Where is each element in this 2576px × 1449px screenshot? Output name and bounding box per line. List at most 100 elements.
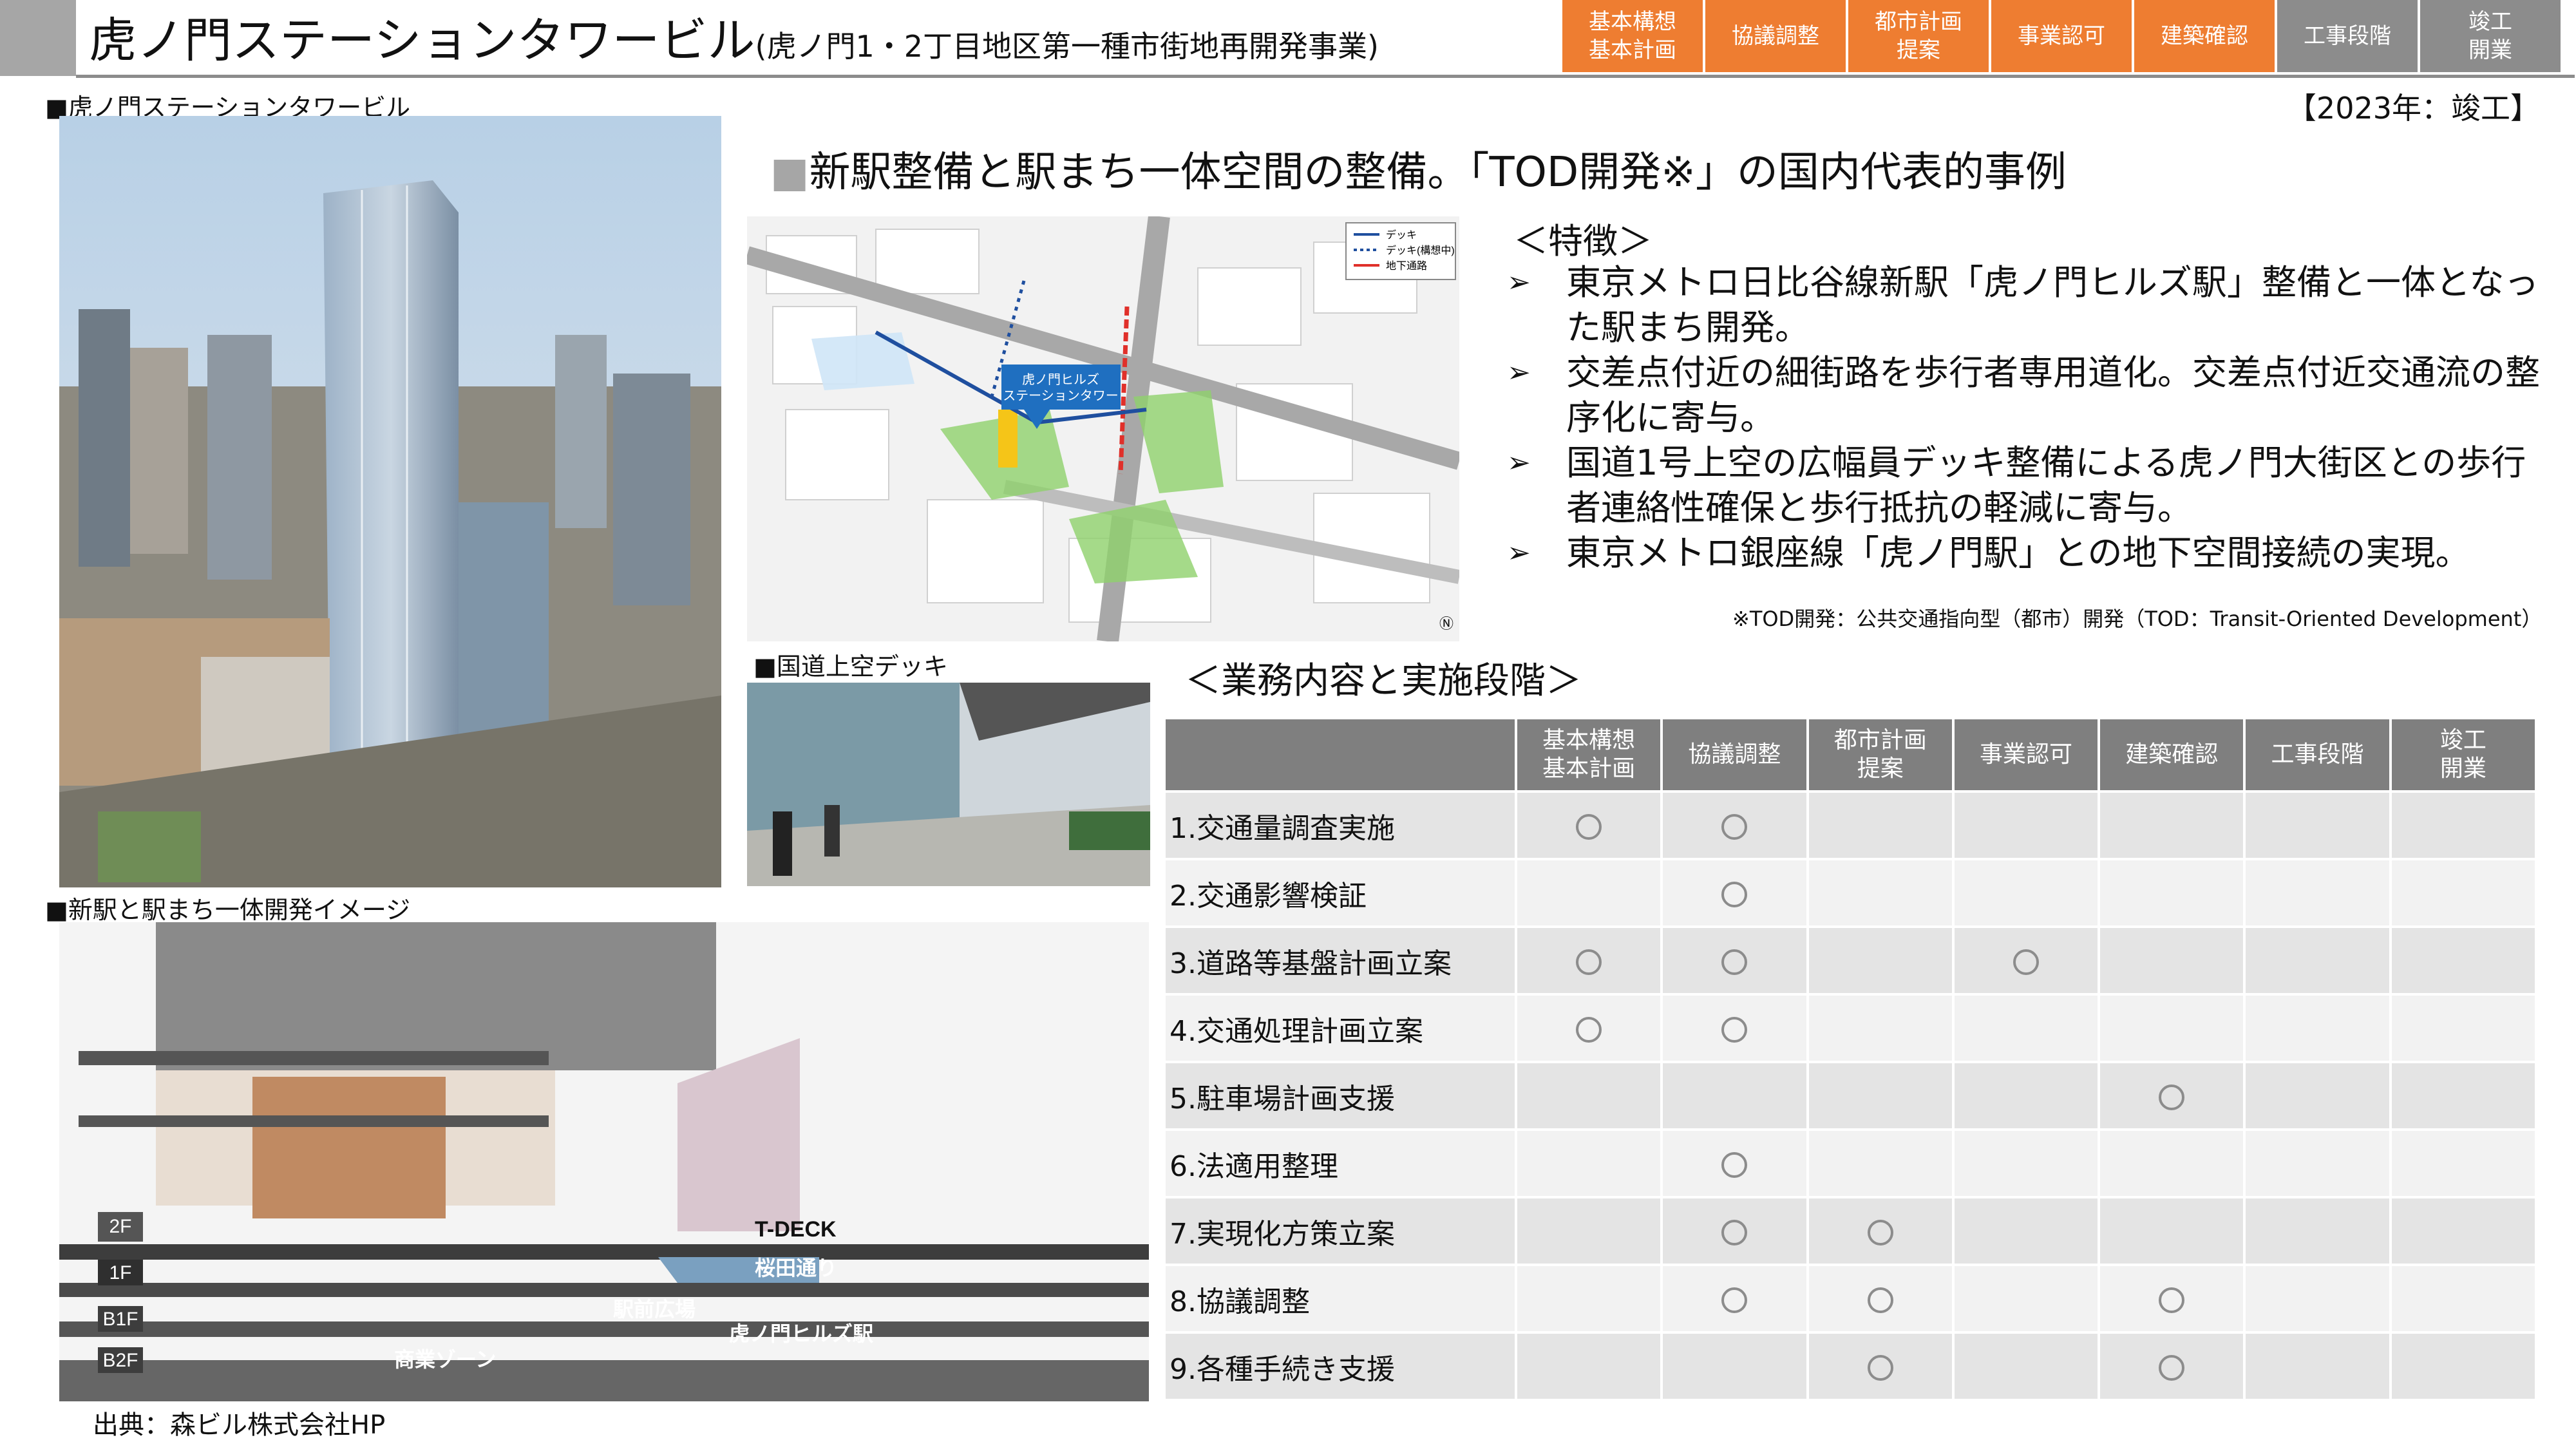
stage-cell [2098, 993, 2246, 1063]
stage-cell [1514, 790, 1663, 860]
stage-cell [1514, 1264, 1663, 1334]
header-accent-block [0, 0, 76, 76]
stage-cell [2389, 1061, 2538, 1131]
circle-mark-icon [1721, 814, 1748, 840]
bullet-arrow-icon: ➢ [1507, 536, 1531, 569]
table-row: 4.交通処理計画立案 [1163, 993, 2538, 1063]
circle-mark-icon [1576, 814, 1602, 840]
task-label: 4.交通処理計画立案 [1163, 993, 1517, 1063]
work-stage-table: 基本構想 基本計画 協議調整 都市計画 提案 事業認可 建築確認 工事段階 竣工 開業 1.… [1163, 717, 2538, 1401]
table-row: 8.協議調整 [1163, 1264, 2538, 1334]
stage-box: 事業認可 [1991, 0, 2134, 72]
floor-label-1f: 1F [109, 1262, 131, 1283]
stage-cell [2243, 1061, 2392, 1131]
circle-mark-icon [1721, 1287, 1748, 1313]
table-column-header: 建築確認 [2098, 717, 2246, 793]
stage-cell [2098, 1331, 2246, 1401]
header-divider [76, 75, 2575, 78]
feature-item: ➢ 東京メトロ日比谷線新駅「虎ノ門ヒルズ駅」整備と一体となった駅まち開発。 [1507, 260, 2550, 350]
stage-cell [1660, 925, 1809, 996]
stage-cell [2098, 858, 2246, 928]
tower-photo [59, 116, 721, 887]
stage-cell [2098, 1061, 2246, 1131]
stage-cell [2243, 1196, 2392, 1266]
section-image-caption: ■新駅と駅まち一体開発イメージ [45, 896, 411, 924]
task-label: 2.交通影響検証 [1163, 858, 1517, 928]
stage-cell [1660, 993, 1809, 1063]
stage-cell [1660, 858, 1809, 928]
circle-mark-icon [1576, 1017, 1602, 1043]
circle-mark-icon [2159, 1355, 2185, 1381]
bullet-arrow-icon: ➢ [1507, 356, 1531, 389]
task-label: 8.協議調整 [1163, 1264, 1517, 1334]
deck-photo-caption: ■国道上空デッキ [753, 652, 948, 681]
stage-cell [2243, 858, 2392, 928]
circle-mark-icon [2159, 1084, 2185, 1110]
feature-item: ➢ 交差点付近の細街路を歩行者専用道化。交差点付近交通流の整序化に寄与。 [1507, 350, 2550, 440]
stage-box: 協議調整 [1705, 0, 1848, 72]
map-legend-underpass: 地下通路 [1386, 260, 1427, 272]
stage-cell [1514, 858, 1663, 928]
circle-mark-icon [1721, 1017, 1748, 1043]
circle-mark-icon [1721, 1152, 1748, 1178]
circle-mark-icon [1867, 1355, 1893, 1381]
stage-box: 工事段階 [2277, 0, 2420, 72]
stage-cell [1806, 925, 1955, 996]
circle-mark-icon [2012, 949, 2039, 975]
floor-label-b2f: B2F [102, 1350, 138, 1371]
stage-box: 竣工 開業 [2420, 0, 2563, 72]
stage-box: 都市計画 提案 [1848, 0, 1991, 72]
task-label: 5.駐車場計画支援 [1163, 1061, 1517, 1131]
stage-cell [1806, 1331, 1955, 1401]
circle-mark-icon [1721, 882, 1748, 907]
stage-cell [2389, 993, 2538, 1063]
stage-cell [2389, 1128, 2538, 1198]
stage-cell [1951, 1128, 2101, 1198]
stage-cell [1951, 1331, 2101, 1401]
stage-cell [2389, 1331, 2538, 1401]
circle-mark-icon [1721, 1220, 1748, 1245]
map-legend-deck: デッキ [1386, 229, 1417, 241]
svg-text:ステーションタワー: ステーションタワー [1003, 388, 1119, 403]
stage-cell [2098, 925, 2246, 996]
page-title-subtitle: (虎ノ門1・2丁目地区第一種市街地再開発事業) [755, 29, 1379, 64]
floor-label-2f: 2F [109, 1216, 131, 1237]
stage-cell [2098, 1128, 2246, 1198]
table-row: 2.交通影響検証 [1163, 858, 2538, 928]
stage-cell [1806, 858, 1955, 928]
stage-cell [1951, 790, 2101, 860]
stage-cell [1806, 1264, 1955, 1334]
stage-cell [1806, 790, 1955, 860]
stage-cell [2389, 858, 2538, 928]
section-label-plaza: 駅前広場 [613, 1298, 696, 1321]
stage-cell [2389, 790, 2538, 860]
stage-cell [1660, 790, 1809, 860]
section-label-sakurada: 桜田通り [755, 1256, 837, 1280]
stage-cell [2243, 790, 2392, 860]
circle-mark-icon [1721, 949, 1748, 975]
stage-cell [1514, 925, 1663, 996]
task-label: 3.道路等基盤計画立案 [1163, 925, 1517, 996]
table-row: 9.各種手続き支援 [1163, 1331, 2538, 1401]
map-legend-deck-planned: デッキ(構想中) [1386, 244, 1455, 256]
table-row: 3.道路等基盤計画立案 [1163, 925, 2538, 996]
stage-cell [1806, 1061, 1955, 1131]
stage-cell [1951, 993, 2101, 1063]
circle-mark-icon [1576, 949, 1602, 975]
table-column-header: 基本構想 基本計画 [1514, 717, 1663, 793]
table-row: 5.駐車場計画支援 [1163, 1061, 2538, 1131]
stage-cell [1951, 925, 2101, 996]
stage-cell [1660, 1331, 1809, 1401]
section-label-tdeck: T-DECK [755, 1217, 837, 1242]
stage-cell [1951, 1196, 2101, 1266]
circle-mark-icon [1867, 1220, 1893, 1245]
features-title: ＜特徴＞ [1513, 221, 1653, 261]
area-map: 虎ノ門ヒルズ ステーションタワー デッキ デッキ(構想中) 地下通路 Ⓝ [747, 216, 1459, 641]
floor-label-b1f: B1F [102, 1309, 138, 1330]
section-label-station: 虎ノ門ヒルズ駅 [729, 1322, 873, 1345]
task-label: 6.法適用整理 [1163, 1128, 1517, 1198]
north-arrow-icon: Ⓝ [1439, 616, 1454, 632]
source-credit: 出典：森ビル株式会社HP [93, 1410, 386, 1440]
stage-cell [1806, 1196, 1955, 1266]
task-label: 9.各種手続き支援 [1163, 1331, 1517, 1401]
